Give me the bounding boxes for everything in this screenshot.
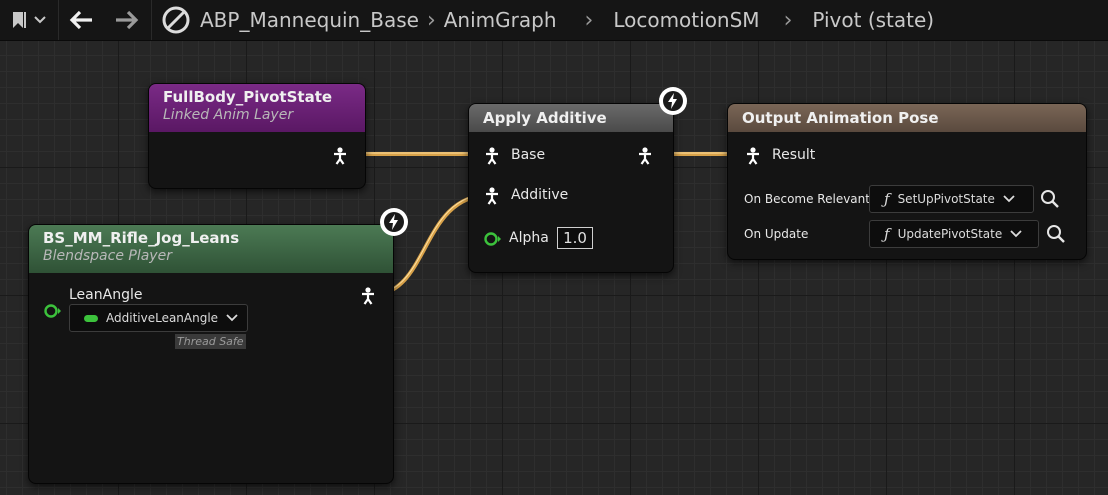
pin-label-leanangle: LeanAngle bbox=[69, 287, 143, 303]
fast-path-icon bbox=[659, 87, 687, 115]
variable-binding-dropdown[interactable]: AdditiveLeanAngle bbox=[69, 304, 248, 332]
on-become-relevant-dropdown[interactable]: ƒ SetUpPivotState bbox=[869, 185, 1034, 213]
node-header: Apply Additive bbox=[469, 104, 673, 132]
node-output-animation-pose[interactable]: Output Animation Pose Result On Become R… bbox=[727, 103, 1087, 260]
variable-color-swatch bbox=[84, 314, 98, 322]
function-icon: ƒ bbox=[884, 225, 890, 243]
bookmark-menu[interactable] bbox=[0, 0, 58, 40]
node-title: Apply Additive bbox=[483, 109, 607, 127]
additive-pose-input-pin[interactable] bbox=[485, 187, 499, 205]
thread-safe-tag: Thread Safe bbox=[175, 334, 246, 349]
node-linked-anim-layer[interactable]: FullBody_PivotState Linked Anim Layer bbox=[148, 83, 366, 189]
node-header: FullBody_PivotState Linked Anim Layer bbox=[149, 84, 365, 132]
breadcrumb-separator: › bbox=[426, 7, 436, 33]
node-title: Output Animation Pose bbox=[742, 109, 939, 127]
node-header: BS_MM_Rifle_Jog_Leans Blendspace Player bbox=[29, 225, 393, 273]
pin-label-alpha: Alpha bbox=[509, 230, 549, 246]
float-pin[interactable] bbox=[483, 231, 503, 247]
back-arrow-icon bbox=[69, 10, 92, 30]
graph-icon bbox=[162, 6, 190, 34]
breadcrumb-item-state[interactable]: Pivot (state) bbox=[812, 8, 934, 32]
function-icon: ƒ bbox=[884, 190, 890, 208]
chevron-down-icon bbox=[34, 16, 46, 24]
on-become-relevant-label: On Become Relevant bbox=[744, 192, 870, 206]
result-pose-input-pin[interactable] bbox=[746, 147, 760, 165]
breadcrumb-item-blueprint[interactable]: ABP_Mannequin_Base bbox=[200, 8, 419, 32]
back-button[interactable] bbox=[59, 0, 103, 40]
chevron-down-icon bbox=[226, 314, 238, 322]
forward-button[interactable] bbox=[103, 0, 151, 40]
float-pin[interactable] bbox=[43, 303, 63, 319]
breadcrumb-item-statemachine[interactable]: LocomotionSM bbox=[613, 8, 759, 32]
pose-output-pin[interactable] bbox=[638, 147, 652, 165]
toolbar: ABP_Mannequin_Base › AnimGraph › Locomot… bbox=[0, 0, 1108, 41]
node-blendspace-player[interactable]: BS_MM_Rifle_Jog_Leans Blendspace Player … bbox=[28, 224, 394, 484]
base-pose-input-pin[interactable] bbox=[485, 147, 499, 165]
breadcrumb: ABP_Mannequin_Base › AnimGraph › Locomot… bbox=[200, 8, 934, 33]
bookmark-icon bbox=[13, 12, 26, 28]
node-subtitle: Linked Anim Layer bbox=[163, 107, 294, 123]
node-subtitle: Blendspace Player bbox=[43, 248, 172, 264]
breadcrumb-separator: › bbox=[584, 7, 594, 33]
node-header: Output Animation Pose bbox=[728, 104, 1086, 132]
pin-label-base: Base bbox=[511, 147, 546, 163]
search-icon[interactable] bbox=[1040, 189, 1060, 209]
pin-label-result: Result bbox=[772, 147, 816, 163]
dropdown-value: SetUpPivotState bbox=[897, 192, 995, 206]
search-icon[interactable] bbox=[1046, 224, 1066, 244]
dropdown-value: UpdatePivotState bbox=[897, 227, 1003, 241]
on-update-label: On Update bbox=[744, 227, 809, 241]
alpha-value-input[interactable]: 1.0 bbox=[557, 227, 593, 249]
pose-output-pin[interactable] bbox=[333, 147, 347, 165]
node-apply-additive[interactable]: Apply Additive Base Additive Alpha 1.0 bbox=[468, 103, 674, 273]
chevron-down-icon bbox=[1003, 195, 1015, 203]
dropdown-value: AdditiveLeanAngle bbox=[106, 311, 219, 325]
graph-type bbox=[152, 0, 200, 40]
fast-path-icon bbox=[380, 208, 408, 236]
breadcrumb-item-animgraph[interactable]: AnimGraph bbox=[444, 8, 557, 32]
pose-output-pin[interactable] bbox=[361, 287, 375, 305]
on-update-dropdown[interactable]: ƒ UpdatePivotState bbox=[869, 220, 1039, 248]
node-title: FullBody_PivotState bbox=[163, 88, 333, 106]
pin-label-additive: Additive bbox=[511, 187, 569, 203]
chevron-down-icon bbox=[1010, 230, 1022, 238]
node-title: BS_MM_Rifle_Jog_Leans bbox=[43, 229, 240, 247]
forward-arrow-icon bbox=[116, 10, 139, 30]
breadcrumb-separator: › bbox=[783, 7, 793, 33]
